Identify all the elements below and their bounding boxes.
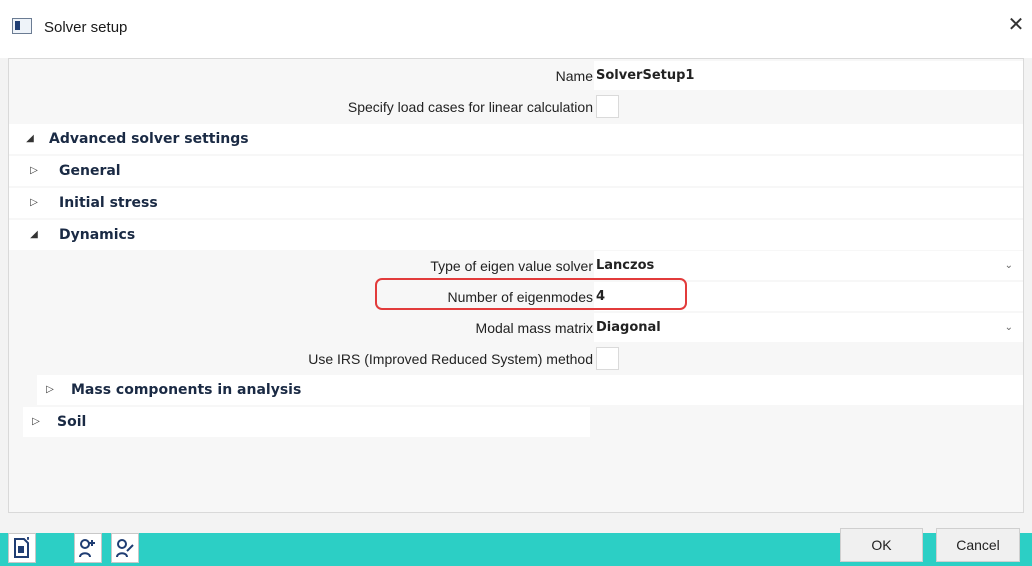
section-advanced-solver-settings[interactable]: ◢ Advanced solver settings [9, 124, 1023, 154]
irs-checkbox[interactable] [596, 347, 619, 370]
modal-mass-label: Modal mass matrix [475, 320, 593, 336]
person-add-icon [79, 539, 95, 558]
chevron-down-icon: ⌄ [1004, 322, 1013, 333]
eigen-solver-label: Type of eigen value solver [430, 258, 593, 274]
name-label: Name [555, 68, 593, 84]
edit-parameter-button[interactable] [111, 533, 139, 563]
irs-label: Use IRS (Improved Reduced System) method [308, 351, 593, 367]
prop-row-load-cases: Specify load cases for linear calculatio… [9, 92, 1023, 122]
highlight-annotation [375, 278, 687, 310]
modal-mass-value: Diagonal [596, 320, 661, 335]
add-parameter-button[interactable] [74, 533, 102, 563]
close-button[interactable]: ✕ [1004, 14, 1028, 38]
collapsed-arrow-icon: ▷ [30, 197, 38, 208]
title-bar: Solver setup ✕ [0, 0, 1032, 58]
name-field[interactable]: SolverSetup1 [594, 61, 1023, 90]
section-label-mass-components: Mass components in analysis [71, 382, 302, 398]
load-cases-checkbox[interactable] [596, 95, 619, 118]
section-mass-components[interactable]: ▷ Mass components in analysis [37, 375, 1023, 405]
window-app-icon [12, 18, 32, 34]
new-document-button[interactable] [8, 533, 36, 563]
solver-setup-dialog: Solver setup ✕ Name SolverSetup1 Specify… [0, 0, 1032, 566]
prop-row-modal-mass: Modal mass matrix Diagonal ⌄ [9, 313, 1023, 343]
section-label-general: General [59, 163, 121, 179]
section-dynamics[interactable]: ◢ Dynamics [9, 220, 1023, 250]
chevron-down-icon: ⌄ [1004, 260, 1013, 271]
person-edit-icon [116, 539, 134, 558]
section-initial-stress[interactable]: ▷ Initial stress [9, 188, 1023, 218]
eigen-solver-select[interactable]: Lanczos ⌄ [594, 251, 1023, 280]
collapsed-arrow-icon: ▷ [46, 384, 54, 395]
modal-mass-select[interactable]: Diagonal ⌄ [594, 313, 1023, 342]
collapsed-arrow-icon: ▷ [32, 416, 40, 427]
section-label-soil: Soil [57, 414, 87, 430]
prop-row-name: Name SolverSetup1 [9, 61, 1023, 91]
section-general[interactable]: ▷ General [9, 156, 1023, 186]
prop-row-irs: Use IRS (Improved Reduced System) method [9, 344, 1023, 374]
section-label-initial-stress: Initial stress [59, 195, 158, 211]
section-label-advanced: Advanced solver settings [49, 131, 249, 147]
cancel-button[interactable]: Cancel [936, 528, 1020, 562]
prop-row-eigen-solver: Type of eigen value solver Lanczos ⌄ [9, 251, 1023, 281]
collapsed-arrow-icon: ▷ [30, 165, 38, 176]
ok-button[interactable]: OK [840, 528, 923, 562]
window-title: Solver setup [44, 19, 128, 36]
eigen-solver-value: Lanczos [596, 258, 655, 273]
expanded-arrow-icon: ◢ [26, 133, 34, 144]
section-soil[interactable]: ▷ Soil [23, 407, 590, 437]
expanded-arrow-icon: ◢ [30, 229, 38, 240]
load-cases-label: Specify load cases for linear calculatio… [347, 99, 593, 115]
section-label-dynamics: Dynamics [59, 227, 136, 243]
new-document-icon [14, 537, 29, 558]
